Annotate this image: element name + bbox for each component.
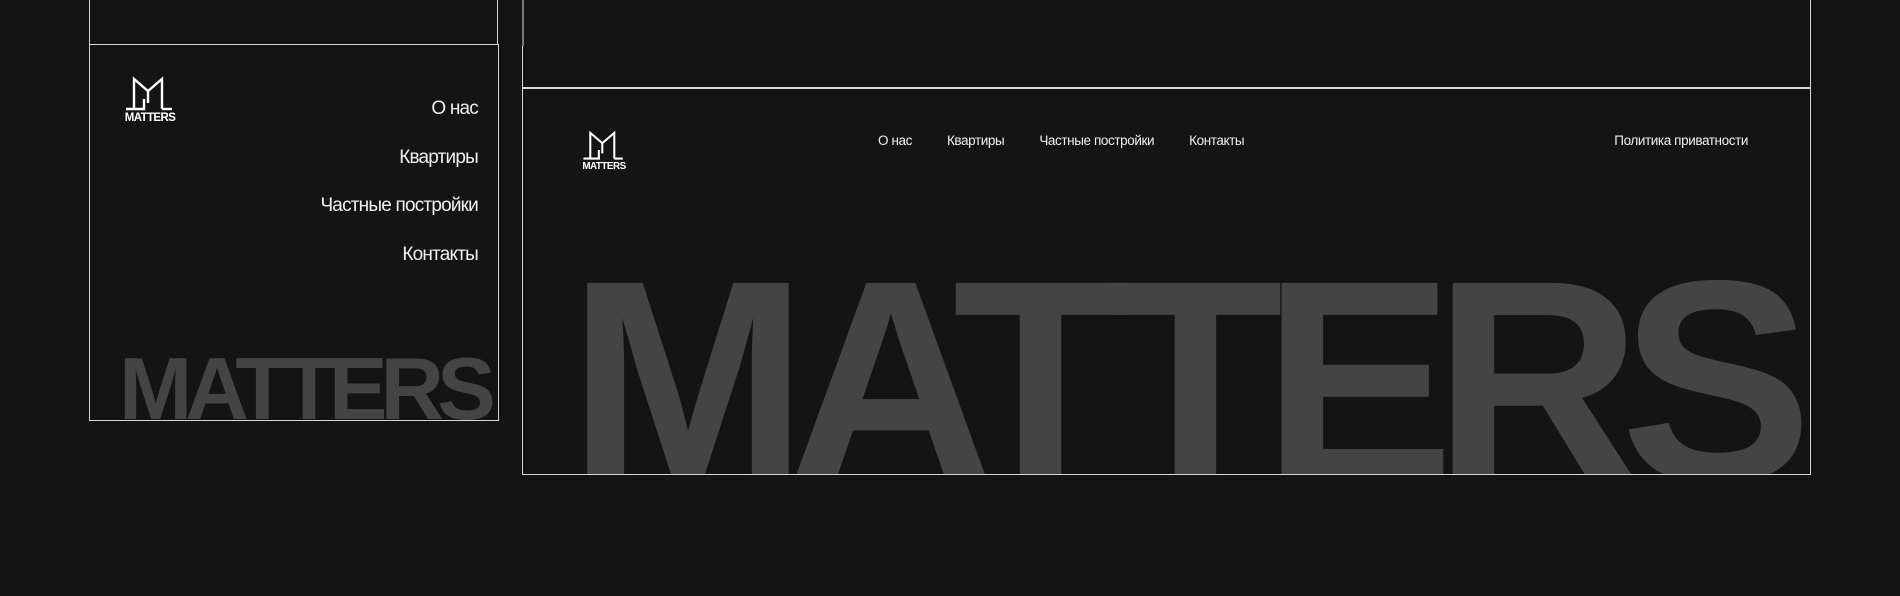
desktop-nav-about[interactable]: О нас bbox=[878, 133, 912, 148]
logo-text: MATTERS bbox=[582, 161, 626, 172]
mobile-nav-private-buildings[interactable]: Частные постройки bbox=[320, 182, 478, 231]
mobile-footer-nav: О нас Квартиры Частные постройки Контакт… bbox=[320, 85, 478, 279]
desktop-frame-previous bbox=[522, 0, 1811, 89]
privacy-policy-link[interactable]: Политика приватности bbox=[1614, 133, 1748, 148]
mobile-nav-about[interactable]: О нас bbox=[431, 85, 478, 134]
desktop-nav-contacts[interactable]: Контакты bbox=[1189, 133, 1245, 148]
frame-divider bbox=[522, 0, 524, 46]
matters-logo-icon[interactable]: MATTERS bbox=[122, 73, 178, 125]
matters-logo-icon[interactable]: MATTERS bbox=[580, 126, 628, 174]
desktop-brand-wordmark: MATTERS bbox=[568, 221, 1810, 475]
mobile-nav-contacts[interactable]: Контакты bbox=[402, 231, 478, 280]
desktop-footer-frame: MATTERS О нас Квартиры Частные постройки… bbox=[522, 87, 1811, 475]
desktop-footer-nav: О нас Квартиры Частные постройки Контакт… bbox=[878, 133, 1245, 148]
desktop-nav-private-buildings[interactable]: Частные постройки bbox=[1039, 133, 1154, 148]
mobile-brand-wordmark: MATTERS bbox=[119, 339, 496, 421]
mobile-frame-previous bbox=[89, 0, 498, 45]
desktop-nav-apartments[interactable]: Квартиры bbox=[947, 133, 1005, 148]
presentation-canvas: MATTERS О нас Квартиры Частные постройки… bbox=[0, 0, 1900, 596]
mobile-nav-apartments[interactable]: Квартиры bbox=[399, 134, 479, 183]
logo-text: MATTERS bbox=[125, 112, 176, 124]
mobile-footer-frame: MATTERS О нас Квартиры Частные постройки… bbox=[89, 44, 499, 421]
